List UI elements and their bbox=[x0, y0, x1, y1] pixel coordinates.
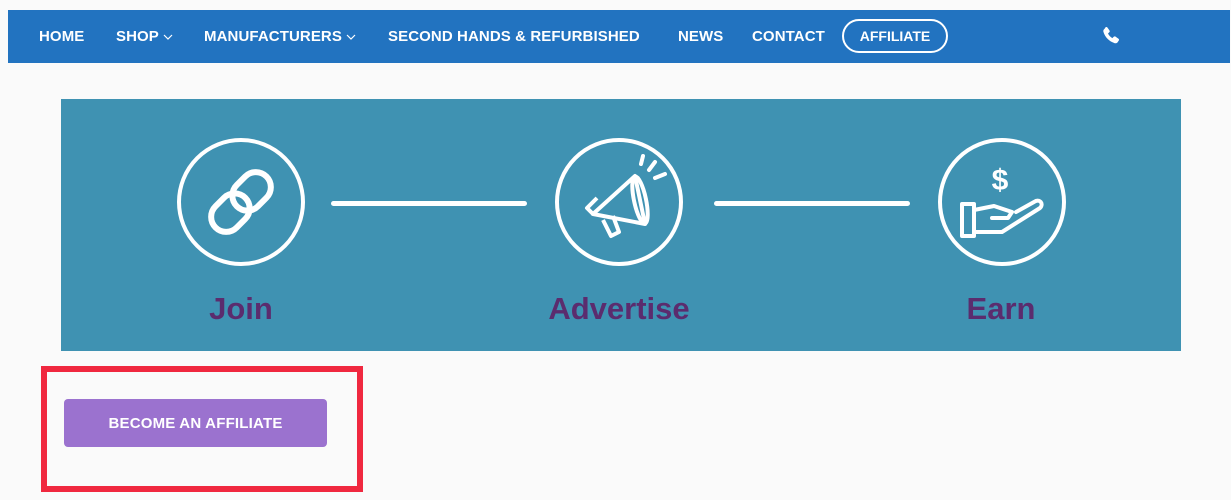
nav-manufacturers-label: MANUFACTURERS bbox=[204, 28, 342, 45]
step-label-join: Join bbox=[209, 291, 273, 326]
nav-shop-label: SHOP bbox=[116, 28, 159, 45]
step-label-earn: Earn bbox=[966, 291, 1036, 326]
nav-contact-label: CONTACT bbox=[752, 28, 825, 45]
nav-contact[interactable]: CONTACT bbox=[752, 10, 825, 63]
become-affiliate-label: BECOME AN AFFILIATE bbox=[108, 414, 283, 432]
nav-second-hands-label: SECOND HANDS & REFURBISHED bbox=[388, 28, 640, 45]
link-icon bbox=[175, 136, 307, 273]
nav-manufacturers[interactable]: MANUFACTURERS bbox=[204, 10, 356, 63]
phone-icon[interactable] bbox=[1099, 24, 1123, 48]
chevron-down-icon bbox=[163, 34, 173, 40]
step-connector bbox=[331, 201, 527, 206]
affiliate-steps-banner: $ Join Advertise Earn bbox=[61, 99, 1181, 351]
chevron-down-icon bbox=[346, 34, 356, 40]
svg-text:$: $ bbox=[992, 164, 1009, 197]
nav-news-label: NEWS bbox=[678, 28, 724, 45]
nav-news[interactable]: NEWS bbox=[678, 10, 723, 63]
nav-home-label: HOME bbox=[39, 28, 85, 45]
money-hand-icon: $ bbox=[936, 136, 1068, 273]
nav-shop[interactable]: SHOP bbox=[116, 10, 173, 63]
nav-affiliate[interactable]: AFFILIATE bbox=[842, 19, 948, 53]
nav-home[interactable]: HOME bbox=[39, 10, 84, 63]
become-affiliate-button[interactable]: BECOME AN AFFILIATE bbox=[64, 399, 327, 447]
nav-second-hands[interactable]: SECOND HANDS & REFURBISHED bbox=[388, 10, 640, 63]
step-label-advertise: Advertise bbox=[548, 291, 690, 326]
nav-affiliate-label: AFFILIATE bbox=[859, 28, 931, 44]
main-navbar: HOME SHOP MANUFACTURERS SECOND HANDS & R… bbox=[8, 10, 1230, 63]
step-connector bbox=[714, 201, 910, 206]
megaphone-icon bbox=[553, 136, 685, 273]
